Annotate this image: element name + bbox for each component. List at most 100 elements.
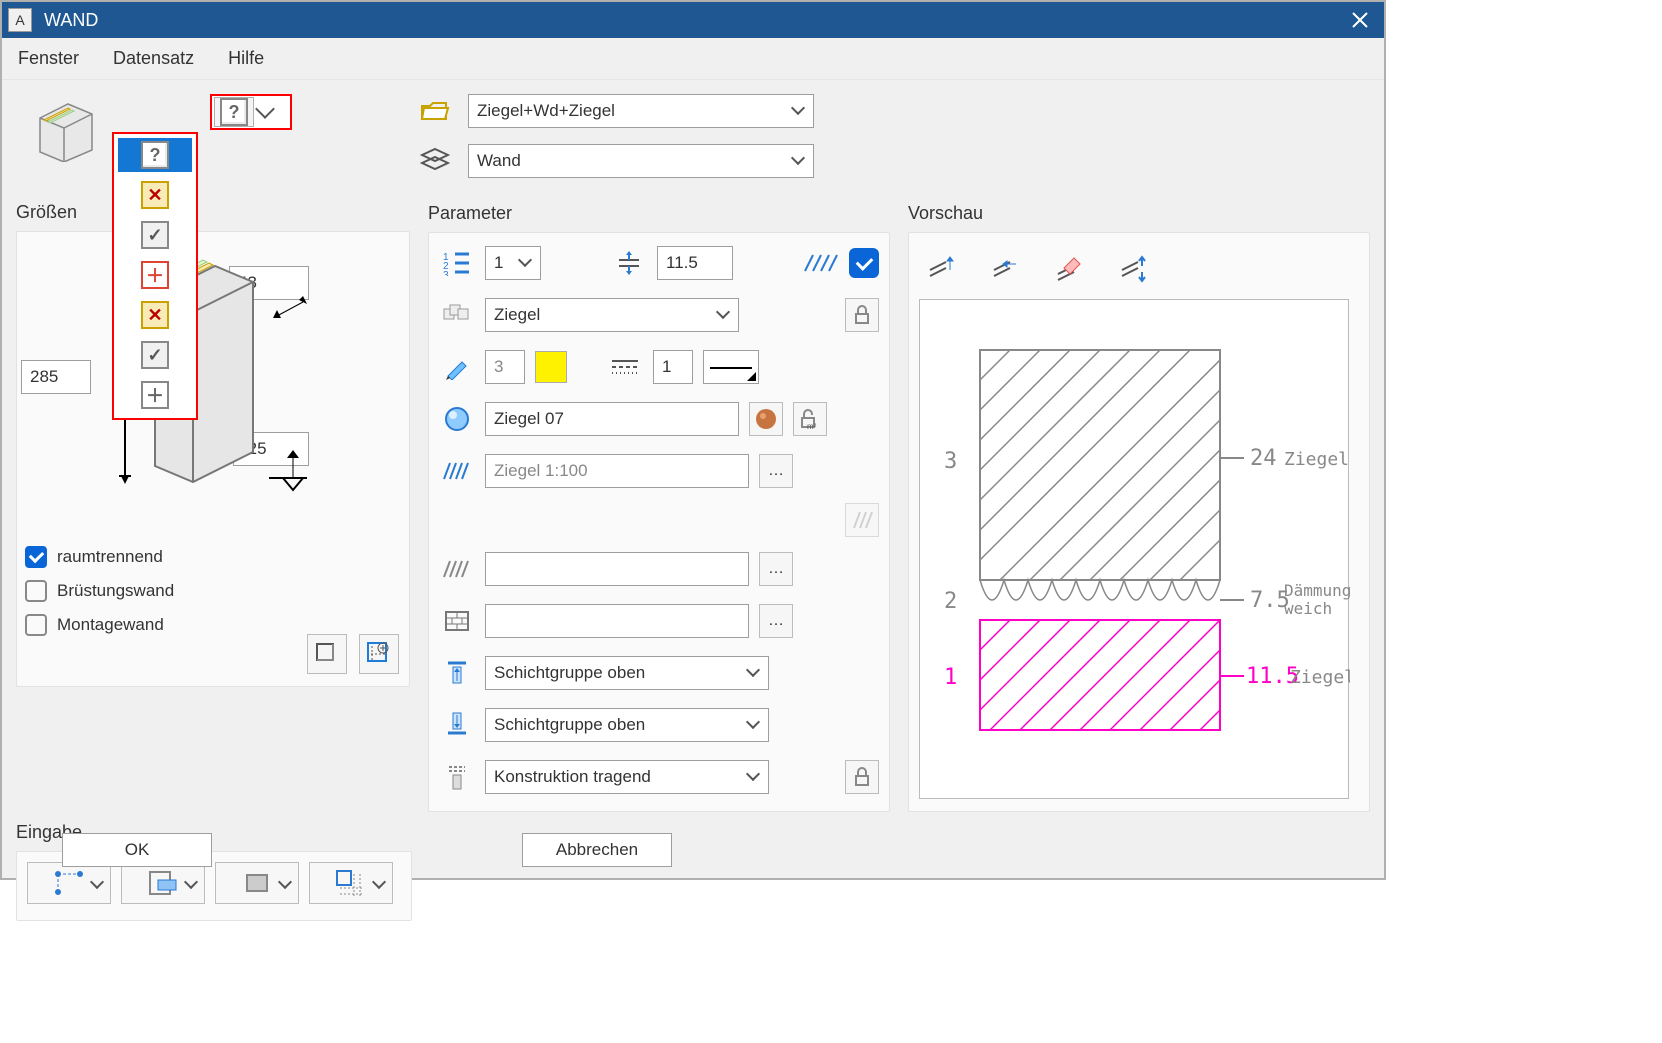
surface-input[interactable]: Ziegel 07 <box>485 402 739 436</box>
profile-std-button[interactable] <box>307 634 347 674</box>
svg-text:3: 3 <box>443 270 449 276</box>
display-toggle[interactable] <box>849 248 879 278</box>
window-title: WAND <box>44 10 98 31</box>
app-icon: A <box>8 8 32 32</box>
chevron-down-icon <box>791 101 805 115</box>
svg-text:m²: m² <box>807 422 817 430</box>
sizes-panel: 43 285 -25 <box>16 231 410 687</box>
lock-icon <box>853 305 871 325</box>
svg-text:24: 24 <box>1250 446 1277 471</box>
chevron-down-icon <box>746 767 760 781</box>
svg-text:Dämmung: Dämmung <box>1284 581 1350 600</box>
surface-icon <box>439 404 475 434</box>
svg-text:1: 1 <box>944 665 957 690</box>
svg-text:weich: weich <box>1284 599 1332 618</box>
layers-icon <box>420 147 450 175</box>
group-bottom-combo[interactable]: Schichtgruppe oben <box>485 708 769 742</box>
status-item-unknown[interactable]: ? <box>118 138 192 172</box>
preview-dim-up-button[interactable] <box>923 251 959 287</box>
opt-mounting[interactable]: Montagewand <box>25 608 174 642</box>
thickness-icon <box>611 248 647 278</box>
material-icon <box>439 300 475 330</box>
surface-lock-button[interactable]: m² <box>793 402 827 436</box>
chevron-down-icon <box>518 253 532 267</box>
preview-swap-button[interactable] <box>1115 251 1151 287</box>
pen-readonly: 3 <box>485 350 525 384</box>
thickness-input[interactable]: 11.5 <box>657 246 733 280</box>
construction-icon <box>439 762 475 792</box>
folder-open-icon <box>420 99 450 123</box>
favorite-value: Ziegel+Wd+Ziegel <box>477 101 615 121</box>
preview-dim-left-button[interactable] <box>987 251 1023 287</box>
menu-hilfe[interactable]: Hilfe <box>224 44 268 73</box>
profile-custom-button[interactable] <box>359 634 399 674</box>
surface-pick-button[interactable] <box>749 402 783 436</box>
hatch-1-100-input[interactable]: Ziegel 1:100 <box>485 454 749 488</box>
hatch2-more-button[interactable]: … <box>759 552 793 586</box>
construction-lock-button[interactable] <box>845 760 879 794</box>
line-icon <box>607 352 643 382</box>
ok-button[interactable]: OK <box>62 833 212 867</box>
close-button[interactable] <box>1342 5 1378 35</box>
status-icon: ? <box>214 97 254 127</box>
pen-icon <box>439 352 475 382</box>
svg-text:Ziegel: Ziegel <box>1290 667 1350 688</box>
chevron-down-icon <box>746 663 760 677</box>
preview-panel: 3 24 Ziegel 2 7.5 Dä <box>908 232 1370 812</box>
opt-room-separating[interactable]: raumtrennend <box>25 540 174 574</box>
parameter-heading: Parameter <box>428 203 890 224</box>
brick-icon <box>439 606 475 636</box>
line-style-picker[interactable] <box>703 350 759 384</box>
fill-more-button[interactable]: … <box>759 604 793 638</box>
line-input[interactable]: 1 <box>653 350 693 384</box>
status-item-existing-grey[interactable]: ✓ <box>118 218 192 252</box>
fill-input[interactable] <box>485 604 749 638</box>
construction-combo[interactable]: Konstruktion tragend <box>485 760 769 794</box>
chevron-down-icon <box>716 305 730 319</box>
hatch2-icon <box>439 554 475 584</box>
wand-dialog: A WAND Fenster Datensatz Hilfe <box>0 0 1386 880</box>
hatch-more-button[interactable]: … <box>759 454 793 488</box>
menu-fenster[interactable]: Fenster <box>14 44 83 73</box>
top-plane-icon <box>439 658 475 688</box>
status-item-demolish-alt[interactable]: ✕ <box>118 298 192 332</box>
status-dropdown[interactable]: ? <box>210 94 292 130</box>
color-swatch[interactable] <box>535 351 567 383</box>
hatch2-input[interactable] <box>485 552 749 586</box>
preview-heading: Vorschau <box>908 203 1370 224</box>
chevron-down-icon <box>746 715 760 729</box>
bottom-plane-icon <box>439 710 475 740</box>
chevron-down-icon <box>255 99 275 119</box>
layer-num-combo[interactable]: 1 <box>485 246 541 280</box>
lock-button[interactable] <box>845 298 879 332</box>
menubar: Fenster Datensatz Hilfe <box>2 38 1384 80</box>
layer3-num: 3 <box>944 449 957 474</box>
status-item-demolish-yellow[interactable]: ✕ <box>118 178 192 212</box>
svg-text:2: 2 <box>944 589 957 614</box>
checkbox-icon <box>25 614 47 636</box>
wall-3d-icon <box>34 100 96 162</box>
status-item-new-red[interactable]: ＋ <box>118 258 192 292</box>
menu-datensatz[interactable]: Datensatz <box>109 44 198 73</box>
opt-parapet[interactable]: Brüstungswand <box>25 574 174 608</box>
parameter-panel: 123 1 11.5 <box>428 232 890 812</box>
preview-canvas: 3 24 Ziegel 2 7.5 Dä <box>919 299 1349 799</box>
group-top-combo[interactable]: Schichtgruppe oben <box>485 656 769 690</box>
titlebar: A WAND <box>2 2 1384 38</box>
svg-text:Ziegel: Ziegel <box>1284 449 1349 470</box>
checkbox-icon <box>25 546 47 568</box>
lock-icon <box>853 767 871 787</box>
display-hatch-icon <box>803 253 839 273</box>
dialog-body: ? ? ✕ ✓ ＋ <box>2 80 1384 878</box>
preview-edit-button[interactable] <box>1051 251 1087 287</box>
status-item-new-grey[interactable]: ＋ <box>118 378 192 412</box>
height-input[interactable]: 285 <box>21 360 91 394</box>
close-icon <box>1352 12 1368 28</box>
material-combo[interactable]: Ziegel <box>485 298 739 332</box>
layer-value: Wand <box>477 151 521 171</box>
layer-combo[interactable]: Wand <box>468 144 814 178</box>
favorite-combo[interactable]: Ziegel+Wd+Ziegel <box>468 94 814 128</box>
hatch-icon <box>439 456 475 486</box>
status-item-existing-alt[interactable]: ✓ <box>118 338 192 372</box>
cancel-button[interactable]: Abbrechen <box>522 833 672 867</box>
